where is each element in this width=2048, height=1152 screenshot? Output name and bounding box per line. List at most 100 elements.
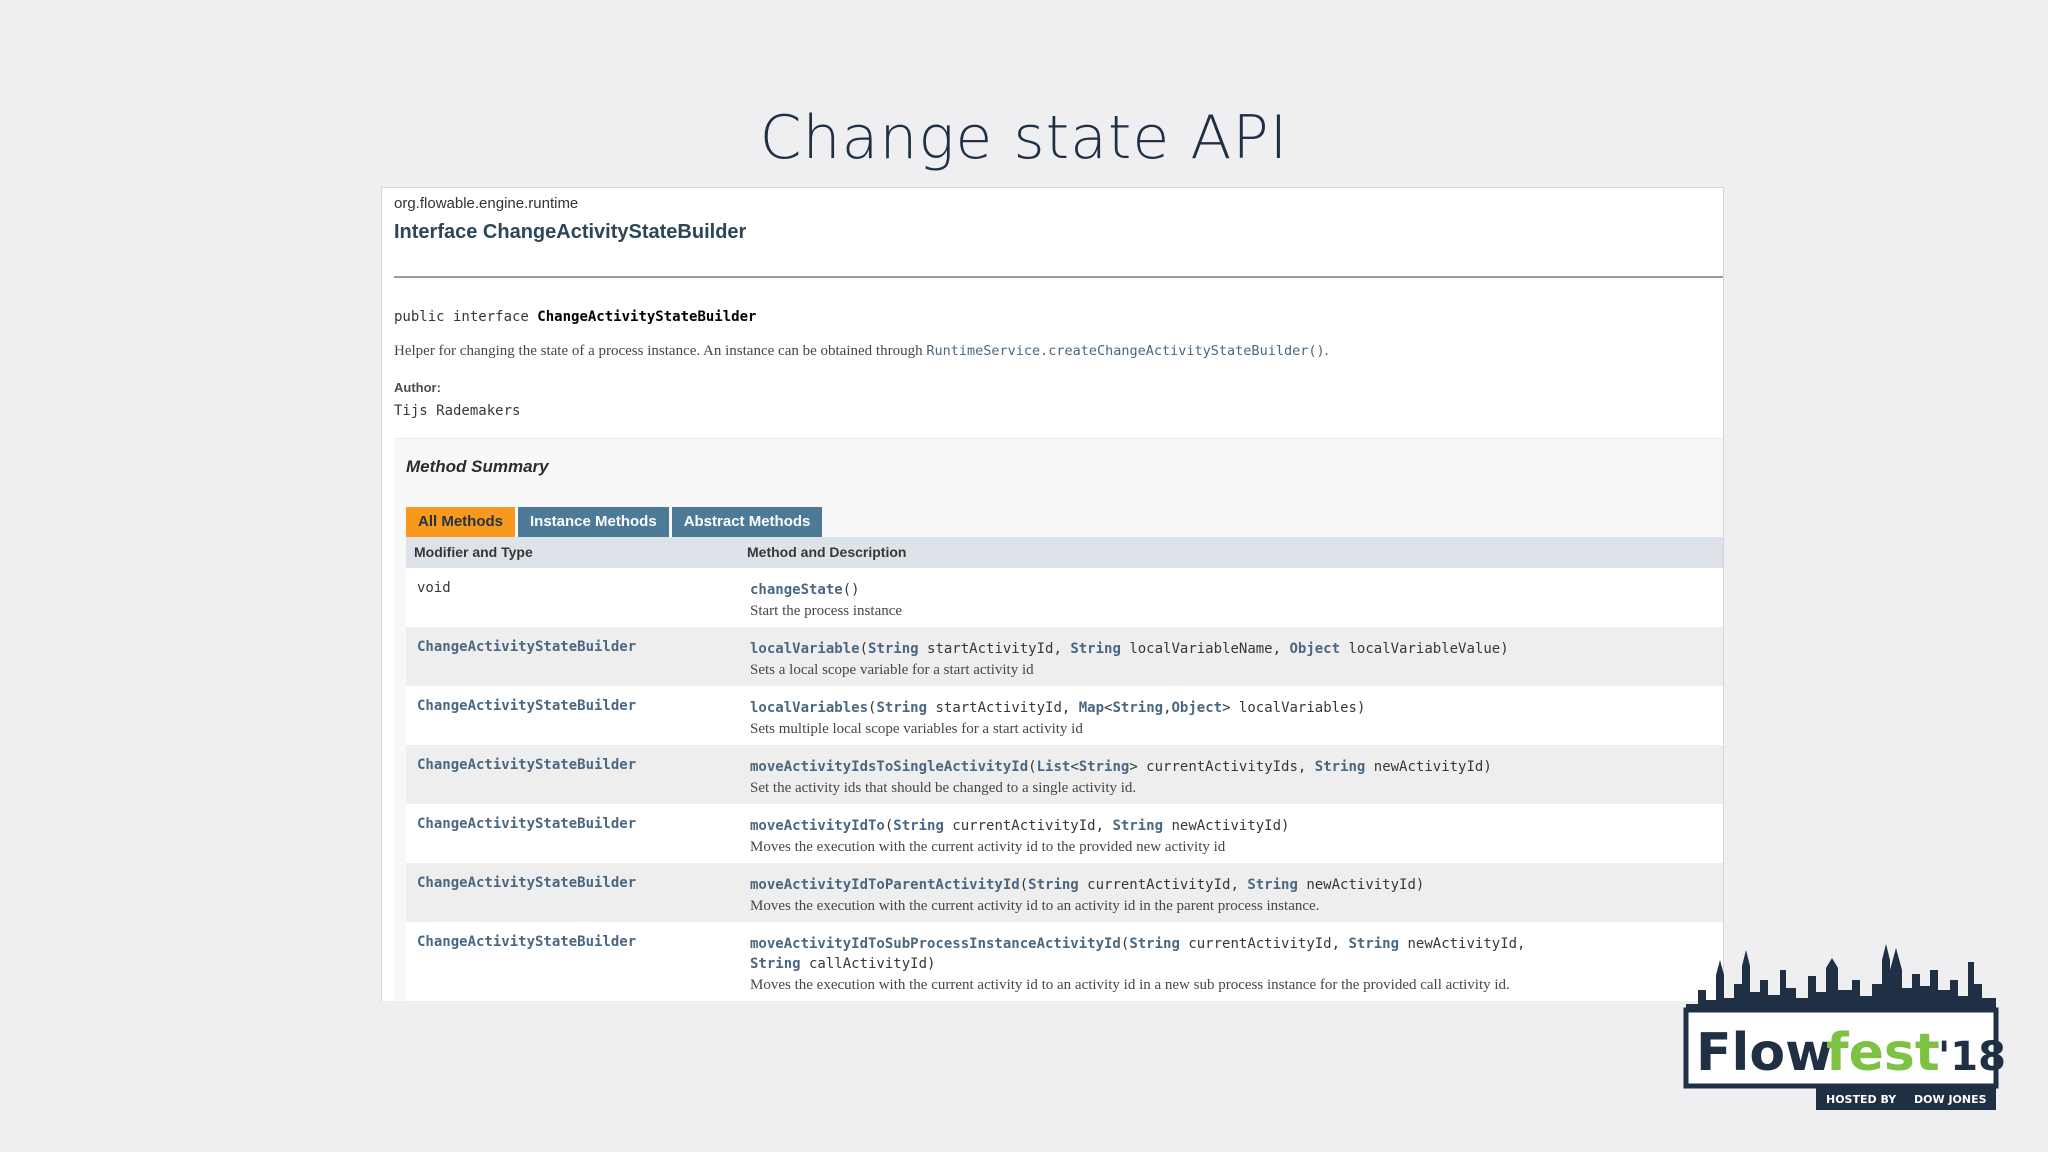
slide-title: Change state API: [759, 103, 1289, 173]
signature-text: newActivityId,: [1407, 936, 1526, 952]
method-cell: changeState() Start the process instance: [747, 568, 1720, 627]
logo-fest-text: fest: [1826, 1023, 1940, 1083]
signature-text: localVariableValue): [1340, 641, 1509, 657]
method-description: Moves the execution with the current act…: [750, 839, 1226, 855]
type-link[interactable]: Object: [1289, 641, 1340, 657]
method-name-link[interactable]: changeState: [750, 582, 843, 598]
type-link[interactable]: String: [868, 641, 919, 657]
method-signature: moveActivityIdsToSingleActivityId(List<S…: [750, 757, 1720, 777]
dow-jones-label: DOW JONES: [1914, 1093, 1987, 1106]
method-summary: Method Summary All Methods Instance Meth…: [394, 438, 1723, 1001]
method-name-link[interactable]: moveActivityIdsToSingleActivityId: [750, 759, 1028, 775]
type-link[interactable]: String: [750, 956, 801, 972]
tab-abstract-methods[interactable]: Abstract Methods: [671, 507, 823, 537]
logo-year-text: '18: [1938, 1034, 2006, 1080]
tab-all-methods[interactable]: All Methods: [406, 507, 515, 537]
return-type-link[interactable]: ChangeActivityStateBuilder: [406, 627, 747, 686]
signature-text: startActivityId,: [927, 700, 1079, 716]
method-summary-title: Method Summary: [406, 457, 549, 476]
type-link[interactable]: List: [1037, 759, 1071, 775]
method-name-link[interactable]: localVariable: [750, 641, 860, 657]
signature-text: callActivityId): [800, 956, 936, 972]
type-link[interactable]: String: [1112, 700, 1163, 716]
type-link[interactable]: Object: [1172, 700, 1223, 716]
table-row: void changeState() Start the process insta…: [406, 568, 1723, 627]
method-cell: localVariables(String startActivityId, M…: [747, 686, 1720, 745]
author-name: Tijs Rademakers: [394, 403, 521, 419]
signature-text: <: [1070, 759, 1079, 775]
signature-text: > localVariables): [1222, 700, 1366, 716]
method-description: Sets a local scope variable for a start …: [750, 662, 1034, 678]
interface-description: Helper for changing the state of a proce…: [394, 343, 1328, 360]
declaration-prefix: public interface: [394, 309, 538, 325]
type-link[interactable]: String: [1070, 641, 1121, 657]
method-signature: moveActivityIdToParentActivityId(String …: [750, 875, 1720, 895]
signature-text: newActivityId): [1297, 877, 1425, 893]
signature-text: startActivityId,: [918, 641, 1071, 657]
signature-text: currentActivityId,: [943, 818, 1113, 834]
method-tabs: All Methods Instance Methods Abstract Me…: [406, 507, 823, 537]
signature-text: newActivityId): [1365, 759, 1492, 775]
method-signature: moveActivityIdTo(String currentActivityI…: [750, 816, 1720, 836]
method-description: Moves the execution with the current act…: [750, 898, 1320, 914]
hosted-by-label: HOSTED BY: [1826, 1093, 1897, 1106]
table-row: ChangeActivityStateBuilder moveActivityId…: [406, 863, 1723, 922]
method-table: Modifier and Type Method and Description…: [406, 537, 1723, 1001]
header-divider: [394, 276, 1723, 278]
return-type-link[interactable]: ChangeActivityStateBuilder: [406, 804, 747, 863]
method-name-link[interactable]: moveActivityIdToSubProcessInstanceActivi…: [750, 936, 1121, 952]
type-link[interactable]: Map: [1079, 700, 1104, 716]
return-type-link[interactable]: ChangeActivityStateBuilder: [406, 686, 747, 745]
signature-text: (: [859, 641, 869, 657]
tab-instance-methods[interactable]: Instance Methods: [518, 507, 669, 537]
type-link[interactable]: String: [1247, 877, 1298, 893]
method-signature: changeState(): [750, 580, 1720, 600]
interface-title: Interface ChangeActivityStateBuilder: [394, 221, 747, 243]
description-link[interactable]: RuntimeService.createChangeActivityState…: [926, 343, 1324, 359]
table-row: ChangeActivityStateBuilder moveActivityId…: [406, 804, 1723, 863]
type-link[interactable]: String: [1112, 818, 1163, 834]
logo-flow-text: Flow: [1696, 1023, 1833, 1083]
declaration-name: ChangeActivityStateBuilder: [537, 309, 757, 325]
type-link[interactable]: String: [1079, 759, 1130, 775]
method-signature: localVariable(String startActivityId, St…: [750, 639, 1720, 659]
table-header: Modifier and Type Method and Description: [406, 537, 1723, 568]
return-type: void: [417, 580, 451, 596]
javadoc-panel: org.flowable.engine.runtime Interface Ch…: [381, 187, 1724, 1001]
header-method-description: Method and Description: [747, 544, 907, 560]
description-text: Helper for changing the state of a proce…: [394, 343, 927, 359]
method-cell: localVariable(String startActivityId, St…: [747, 627, 1720, 686]
signature-text: (: [1019, 877, 1029, 893]
signature-text: currentActivityId,: [1078, 877, 1248, 893]
return-type-link[interactable]: ChangeActivityStateBuilder: [406, 745, 747, 804]
description-end: .: [1324, 343, 1329, 359]
return-type-link[interactable]: ChangeActivityStateBuilder: [406, 863, 747, 922]
table-row: ChangeActivityStateBuilder moveActivityId…: [406, 922, 1723, 1001]
method-name-link[interactable]: moveActivityIdTo: [750, 818, 885, 834]
type-link[interactable]: String: [1348, 936, 1399, 952]
method-signature: localVariables(String startActivityId, M…: [750, 698, 1720, 718]
table-row: ChangeActivityStateBuilder moveActivityId…: [406, 745, 1723, 804]
method-cell: moveActivityIdsToSingleActivityId(List<S…: [747, 745, 1720, 804]
table-row: ChangeActivityStateBuilder localVariable(…: [406, 627, 1723, 686]
interface-declaration: public interface ChangeActivityStateBuil…: [394, 309, 756, 325]
flowfest-logo: Flow fest '18 HOSTED BY DOW JONES: [1683, 944, 2006, 1110]
signature-text: > currentActivityIds,: [1129, 759, 1315, 775]
method-name-link[interactable]: localVariables: [750, 700, 868, 716]
header-modifier-type: Modifier and Type: [414, 544, 533, 560]
signature-text: localVariableName,: [1120, 641, 1290, 657]
table-body: void changeState() Start the process insta…: [406, 568, 1723, 1001]
return-type-link[interactable]: ChangeActivityStateBuilder: [406, 922, 747, 1001]
method-description: Set the activity ids that should be chan…: [750, 780, 1137, 796]
type-link[interactable]: String: [1028, 877, 1079, 893]
skyline-silhouette: [1686, 944, 1996, 1010]
type-link[interactable]: String: [893, 818, 944, 834]
author-label: Author:: [394, 380, 441, 395]
signature-text: (: [1028, 759, 1037, 775]
method-name-link[interactable]: moveActivityIdToParentActivityId: [750, 877, 1020, 893]
type-link[interactable]: String: [876, 700, 927, 716]
package-name: org.flowable.engine.runtime: [394, 195, 579, 212]
table-row: ChangeActivityStateBuilder localVariables…: [406, 686, 1723, 745]
type-link[interactable]: String: [1129, 936, 1180, 952]
type-link[interactable]: String: [1315, 759, 1366, 775]
